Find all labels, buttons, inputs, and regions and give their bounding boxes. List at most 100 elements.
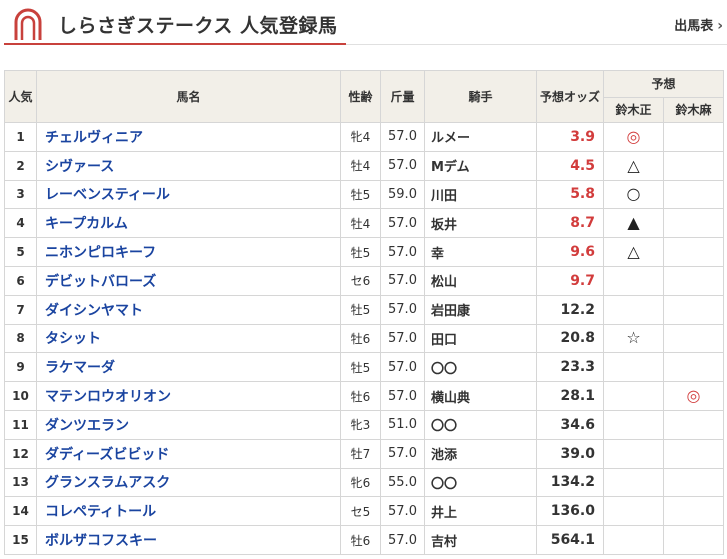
horse-name-cell: タシット xyxy=(36,323,341,354)
jockey-name: 〇〇 xyxy=(424,467,537,498)
forecast-odds: 34.6 xyxy=(536,409,604,440)
forecast-mark-1: ◎ xyxy=(603,122,664,152)
table-row: 12 ダディーズビビッド 牡7 57.0 池添 39.0 xyxy=(4,438,725,469)
horse-name-link[interactable]: ニホンピロキーフ xyxy=(45,245,156,261)
table-row: 4 キープカルム 牡4 57.0 坂井 8.7 ▲ xyxy=(4,208,725,239)
popularity-rank: 15 xyxy=(4,525,37,555)
carried-weight: 57.0 xyxy=(380,438,425,469)
carried-weight: 57.0 xyxy=(380,525,425,555)
horse-name-link[interactable]: ダイシンヤマト xyxy=(45,303,143,319)
popularity-rank: 9 xyxy=(4,352,37,383)
horse-name-link[interactable]: ラケマーダ xyxy=(45,360,115,376)
jockey-name: ルメー xyxy=(424,122,537,152)
forecast-mark-2 xyxy=(662,352,725,383)
horse-name-link[interactable]: グランスラムアスク xyxy=(45,475,170,491)
carried-weight: 57.0 xyxy=(380,237,425,267)
forecast-mark-1 xyxy=(603,438,664,469)
sex-age: 牝4 xyxy=(340,122,381,152)
forecast-odds: 3.9 xyxy=(536,122,604,152)
forecast-mark-2 xyxy=(662,323,725,354)
carried-weight: 57.0 xyxy=(380,122,425,152)
entries-link[interactable]: 出馬表 › xyxy=(674,15,723,34)
popularity-rank: 8 xyxy=(4,323,37,354)
popularity-rank: 2 xyxy=(4,150,37,181)
carried-weight: 59.0 xyxy=(380,179,425,210)
forecast-mark-1: △ xyxy=(603,237,664,267)
forecast-odds: 28.1 xyxy=(536,381,604,411)
forecast-mark-1: ☆ xyxy=(603,323,664,354)
header-odds: 予想オッズ xyxy=(536,70,604,123)
forecast-odds: 4.5 xyxy=(536,150,604,181)
horse-name-link[interactable]: ダディーズビビッド xyxy=(45,447,169,463)
popularity-table: 人気 馬名 性齢 斤量 騎手 予想オッズ 予想 鈴木正 鈴木麻 1 チェルヴィニア… xyxy=(4,70,725,555)
forecast-odds: 5.8 xyxy=(536,179,604,210)
forecast-odds: 8.7 xyxy=(536,208,604,239)
carried-weight: 57.0 xyxy=(380,265,425,296)
horse-name-link[interactable]: レーベンスティール xyxy=(45,187,170,203)
horse-name-cell: ダイシンヤマト xyxy=(36,294,341,325)
sex-age: 牡5 xyxy=(340,352,381,383)
jockey-name: Mデム xyxy=(424,150,537,181)
sex-age: 牡4 xyxy=(340,208,381,239)
forecast-odds: 12.2 xyxy=(536,294,604,325)
forecast-mark-1 xyxy=(603,352,664,383)
horse-name-cell: デビットバローズ xyxy=(36,265,341,296)
jockey-name: 池添 xyxy=(424,438,537,469)
header-rank: 人気 xyxy=(4,70,37,123)
horse-name-link[interactable]: マテンロウオリオン xyxy=(45,389,171,405)
forecast-odds: 9.7 xyxy=(536,265,604,296)
carried-weight: 57.0 xyxy=(380,323,425,354)
forecast-mark-1 xyxy=(603,381,664,411)
forecast-mark-1 xyxy=(603,467,664,498)
page-header: しらさぎステークス 人気登録馬 出馬表 › xyxy=(0,0,727,48)
forecast-odds: 23.3 xyxy=(536,352,604,383)
popularity-rank: 13 xyxy=(4,467,37,498)
forecast-mark-1 xyxy=(603,496,664,527)
horse-name-link[interactable]: キープカルム xyxy=(45,216,128,232)
horse-name-link[interactable]: ボルザコフスキー xyxy=(45,533,157,549)
forecast-odds: 564.1 xyxy=(536,525,604,555)
jockey-name: 川田 xyxy=(424,179,537,210)
popularity-rank: 10 xyxy=(4,381,37,411)
sex-age: 牡6 xyxy=(340,525,381,555)
forecast-mark-2: ◎ xyxy=(662,381,725,411)
header-weight: 斤量 xyxy=(380,70,425,123)
forecast-mark-2 xyxy=(662,150,725,181)
popularity-rank: 1 xyxy=(4,122,37,152)
header-jockey: 騎手 xyxy=(424,70,537,123)
chevron-right-icon: › xyxy=(717,18,723,34)
horse-name-link[interactable]: チェルヴィニア xyxy=(45,130,143,146)
horse-name-link[interactable]: ダンツエラン xyxy=(45,418,129,434)
horse-name-link[interactable]: シヴァース xyxy=(45,159,114,175)
horse-name-cell: ニホンピロキーフ xyxy=(36,237,341,267)
sex-age: 牡6 xyxy=(340,323,381,354)
carried-weight: 57.0 xyxy=(380,381,425,411)
table-row: 7 ダイシンヤマト 牡5 57.0 岩田康 12.2 xyxy=(4,294,725,325)
carried-weight: 57.0 xyxy=(380,352,425,383)
jockey-name: 坂井 xyxy=(424,208,537,239)
header-forecaster-2: 鈴木麻 xyxy=(662,97,725,123)
horse-name-link[interactable]: コレペティトール xyxy=(45,504,156,520)
forecast-odds: 136.0 xyxy=(536,496,604,527)
forecast-mark-2 xyxy=(662,265,725,296)
forecast-mark-2 xyxy=(662,496,725,527)
jockey-name: 井上 xyxy=(424,496,537,527)
sex-age: 牡5 xyxy=(340,294,381,325)
page-title: しらさぎステークス 人気登録馬 xyxy=(58,15,338,37)
table-row: 2 シヴァース 牡4 57.0 Mデム 4.5 △ xyxy=(4,150,725,181)
header-divider xyxy=(346,44,727,45)
table-row: 6 デビットバローズ セ6 57.0 松山 9.7 xyxy=(4,265,725,296)
horseshoe-logo-icon xyxy=(14,8,42,40)
horse-name-cell: ボルザコフスキー xyxy=(36,525,341,555)
horse-name-link[interactable]: デビットバローズ xyxy=(45,274,156,290)
header-sexage: 性齢 xyxy=(340,70,381,123)
forecast-mark-2 xyxy=(662,122,725,152)
horse-name-cell: シヴァース xyxy=(36,150,341,181)
carried-weight: 57.0 xyxy=(380,208,425,239)
forecast-odds: 134.2 xyxy=(536,467,604,498)
horse-name-link[interactable]: タシット xyxy=(45,331,101,347)
popularity-rank: 11 xyxy=(4,409,37,440)
jockey-name: 松山 xyxy=(424,265,537,296)
jockey-name: 田口 xyxy=(424,323,537,354)
horse-name-cell: ラケマーダ xyxy=(36,352,341,383)
